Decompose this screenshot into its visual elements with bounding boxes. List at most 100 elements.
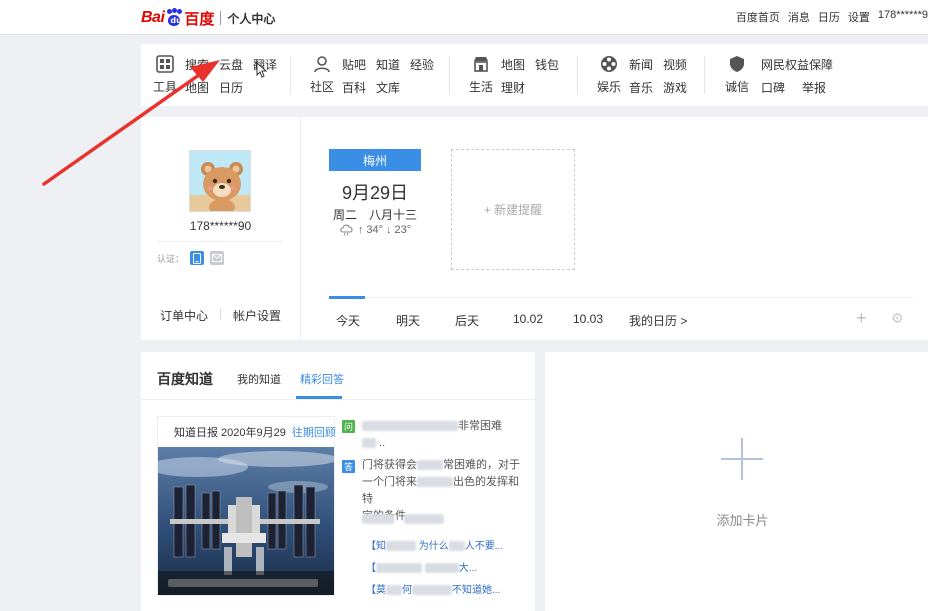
tool-link-report[interactable]: 举报 [802,79,833,96]
blurred-text [376,563,422,574]
tool-link-finance[interactable]: 理财 [501,79,525,96]
top-link-messages[interactable]: 消息 [788,9,810,25]
temp-down-icon: ↓ [386,224,392,236]
space-station-image[interactable] [158,447,334,595]
tool-link-wallet[interactable]: 钱包 [535,56,559,73]
divider [157,241,283,242]
tool-link-baike[interactable]: 百科 [342,79,366,96]
question-tag: 问 [342,420,355,433]
related-link[interactable]: 【莫 何 不知道她... [366,582,526,599]
tool-category-label: 娱乐 [596,80,621,94]
related-link[interactable]: 【知 为什么 人不要... [366,538,526,555]
plus-icon[interactable] [721,438,763,480]
tab-day-after[interactable]: 后天 [455,312,479,329]
divider [577,56,578,94]
top-link-user[interactable]: 178******9 [878,9,928,25]
tool-link-jingyan[interactable]: 经验 [410,56,434,73]
profile-links: 订单中心 帐户设置 [141,307,300,324]
tab-my-calendar[interactable]: 我的日历 > [629,312,687,329]
tool-category-community[interactable]: 社区 [308,54,336,96]
tool-link-rights[interactable]: 网民权益保障 [761,56,833,73]
related-text: 【 [366,563,376,574]
tab-my-zhidao[interactable]: 我的知道 [237,371,281,387]
blurred-text [386,541,416,552]
tool-link-music[interactable]: 音乐 [629,79,653,96]
tool-category-tools[interactable]: 工具 [151,54,179,96]
phone-verified-icon[interactable] [190,251,205,265]
tool-link-reputation[interactable]: 口碑 [761,79,792,96]
related-text: 【莫 [366,585,386,596]
tool-link-tieba[interactable]: 贴吧 [342,56,366,73]
tab-1002[interactable]: 10.02 [513,312,543,326]
tool-link-games[interactable]: 游戏 [663,79,687,96]
weather-low: 23° [394,224,412,236]
tool-category-label: 诚信 [724,80,749,94]
tool-link-wenku[interactable]: 文库 [376,79,400,96]
logo-zh: 百度 [184,10,215,28]
tool-category-label: 工具 [152,80,177,94]
tool-link-news[interactable]: 新闻 [629,56,653,73]
avatar[interactable] [189,150,251,212]
tool-category-integrity[interactable]: 诚信 [723,54,751,96]
shop-icon [471,54,491,74]
logo-bai: Bai [141,9,165,26]
divider [449,56,450,94]
daily-report-title: 知道日报 2020年9月29 [174,427,286,439]
film-reel-icon [599,54,619,74]
tool-group-entertainment: 娱乐 新闻 视频 音乐 游戏 [595,54,687,96]
active-tab-indicator [329,296,365,299]
tool-category-life[interactable]: 生活 [467,54,495,96]
zhidao-title: 百度知道 [157,371,213,387]
tool-link-map[interactable]: 地图 [501,56,525,73]
related-link[interactable]: 【 大... [366,560,526,577]
tab-1003[interactable]: 10.03 [573,312,603,326]
add-card-panel[interactable]: 添加卡片 [545,352,928,611]
blurred-text [362,438,376,449]
answer-line: 一个门将来 [362,476,417,488]
blurred-text [448,541,465,552]
city-badge[interactable]: 梅州 [329,149,421,171]
tab-tomorrow[interactable]: 明天 [396,312,420,329]
verify-label: 认证： [157,253,185,264]
tool-link-video[interactable]: 视频 [663,56,687,73]
tool-link-calendar[interactable]: 日历 [219,79,243,96]
temp-up-icon: ↑ [357,224,364,236]
baidu-logo[interactable]: Bai du 百度 个人中心 [141,6,275,30]
tool-links: 地图 钱包 理财 [501,54,559,96]
question-text[interactable]: 非常困难 .. [362,418,522,452]
email-icon[interactable] [210,251,225,265]
past-issues-link[interactable]: 往期回顾 [292,424,336,440]
current-date: 9月29日 [341,183,409,203]
daily-report-card[interactable]: 知道日报 2020年9月29 往期回顾 [157,416,336,596]
blurred-text [417,477,453,488]
top-link-settings[interactable]: 设置 [848,9,870,25]
tool-link-map[interactable]: 地图 [185,79,209,96]
blurred-text [362,421,458,432]
tool-link-cloud[interactable]: 云盘 [219,56,243,73]
order-center-link[interactable]: 订单中心 [160,307,208,324]
tool-link-zhidao[interactable]: 知道 [376,56,400,73]
tab-featured-answers[interactable]: 精彩回答 [300,371,344,387]
question-visible: 非常困难 [458,420,502,432]
verification-row: 认证： [157,251,225,265]
blurred-text [424,563,459,574]
tab-today[interactable]: 今天 [336,312,360,329]
top-link-calendar[interactable]: 日历 [818,9,840,25]
new-reminder-button[interactable]: + 新建提醒 [451,149,575,270]
top-link-home[interactable]: 百度首页 [736,9,780,25]
tool-category-entertainment[interactable]: 娱乐 [595,54,623,96]
add-event-icon[interactable]: + [856,308,867,329]
related-text: 何 [402,585,412,596]
cloud-rain-icon [340,224,353,236]
tool-link-search[interactable]: 搜索 [185,56,209,73]
account-settings-link[interactable]: 帐户设置 [233,307,281,324]
related-text: 人不要... [464,541,504,552]
blurred-text [386,585,402,596]
divider [290,56,291,94]
shield-icon [727,54,747,74]
gear-icon[interactable]: ⚙ [891,310,904,327]
related-text: 【知 [366,541,386,552]
tool-group-life: 生活 地图 钱包 理财 [467,54,559,96]
tool-group-integrity: 诚信 网民权益保障 口碑 举报 [723,54,833,96]
answer-line: 门将获得会 [362,459,417,471]
